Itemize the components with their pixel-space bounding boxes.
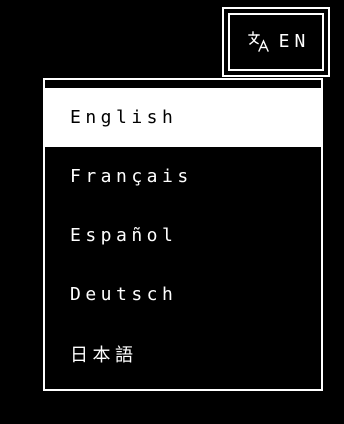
language-option-japanese[interactable]: 日本語: [45, 324, 321, 383]
language-option-french[interactable]: Français: [45, 147, 321, 206]
language-option-german[interactable]: Deutsch: [45, 265, 321, 324]
language-option-spanish[interactable]: Español: [45, 206, 321, 265]
language-dropdown-menu: English Français Español Deutsch 日本語: [43, 78, 323, 391]
language-option-english[interactable]: English: [45, 88, 321, 147]
current-language-code: EN: [278, 31, 311, 52]
translate-icon: [247, 31, 269, 52]
language-toggle-inner: EN: [228, 13, 324, 71]
language-toggle-button[interactable]: EN: [222, 7, 330, 77]
